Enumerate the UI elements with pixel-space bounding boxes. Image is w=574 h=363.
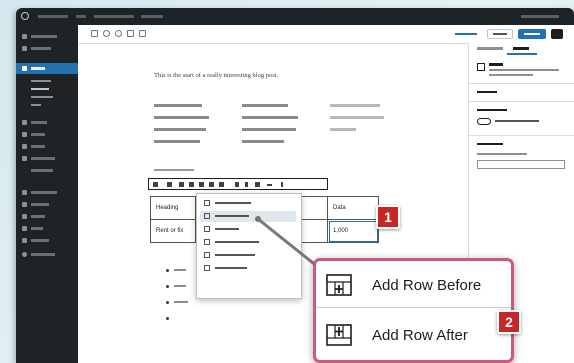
sidebar-item-users[interactable]	[16, 211, 78, 222]
bold-icon[interactable]	[235, 182, 239, 187]
add-row-after-label: Add Row After	[372, 327, 468, 344]
zoomed-menu-inset: Add Row Before Add Row After	[313, 258, 514, 363]
menu-item-add-column-after[interactable]	[200, 250, 296, 261]
admin-bar	[16, 8, 574, 25]
table-column-after-icon	[204, 252, 210, 258]
menu-item-add-row-after[interactable]	[200, 211, 296, 222]
table-block-icon	[477, 63, 485, 71]
zoom-add-row-after[interactable]: Add Row After	[316, 314, 511, 354]
block-toolbar	[148, 178, 328, 190]
sidebar-item-tools[interactable]	[16, 223, 78, 234]
add-block-icon[interactable]	[91, 30, 98, 37]
table-cell[interactable]: Rent or fix	[150, 219, 196, 243]
table-row-after-icon	[326, 324, 352, 346]
save-draft-button[interactable]	[451, 29, 481, 39]
sidebar-item-comments[interactable]	[16, 153, 78, 164]
feedback-icon	[22, 168, 27, 173]
media-icon	[22, 120, 27, 125]
edit-table-menu	[196, 193, 302, 299]
sidebar-item-settings[interactable]	[16, 235, 78, 246]
undo-icon[interactable]	[103, 30, 110, 37]
tools-icon	[22, 226, 27, 231]
columns-block[interactable]	[154, 102, 394, 162]
menu-item-delete-column[interactable]	[200, 263, 296, 274]
sidebar-item-collapse[interactable]	[16, 249, 78, 260]
callout-badge-1: 1	[376, 205, 400, 229]
admin-sidebar	[16, 25, 78, 363]
menu-item-delete-row[interactable]	[200, 224, 296, 235]
table-row-before-icon	[326, 274, 352, 296]
table-row-delete-icon	[204, 226, 210, 232]
block-navigation-icon[interactable]	[139, 30, 146, 37]
plugins-icon	[22, 202, 27, 207]
sidebar-item-media[interactable]	[16, 117, 78, 128]
wide-width-icon[interactable]	[209, 182, 214, 187]
wordpress-logo-icon[interactable]	[21, 12, 29, 20]
table-icon[interactable]	[153, 182, 158, 187]
more-options-icon[interactable]	[267, 184, 272, 186]
editor-actions	[411, 25, 574, 44]
align-right-icon[interactable]	[199, 182, 204, 187]
tab-block[interactable]	[513, 47, 529, 50]
table-cell[interactable]: Heading	[150, 196, 196, 220]
full-width-icon[interactable]	[219, 182, 224, 187]
sidebar-item-appearance[interactable]	[16, 187, 78, 198]
table-row-before-icon	[204, 200, 210, 206]
align-center-icon[interactable]	[189, 182, 194, 187]
content-info-icon[interactable]	[127, 30, 134, 37]
edit-table-icon[interactable]	[167, 182, 172, 187]
table-cell[interactable]: 1,000	[327, 219, 379, 243]
sidebar-item-pages[interactable]	[16, 141, 78, 152]
sidebar-item-links[interactable]	[16, 129, 78, 140]
table-row-after-icon	[204, 213, 210, 219]
callout-badge-2: 2	[497, 310, 521, 334]
post-paragraph[interactable]: This is the start of a really interestin…	[154, 70, 404, 82]
table-column-before-icon	[204, 239, 210, 245]
links-icon	[22, 132, 27, 137]
link-icon[interactable]	[255, 182, 260, 187]
menu-item-add-column-before[interactable]	[200, 237, 296, 248]
collapse-icon	[22, 252, 27, 257]
pages-icon	[22, 144, 27, 149]
posts-icon	[22, 66, 27, 71]
appearance-icon	[22, 190, 27, 195]
jetpack-icon	[22, 46, 27, 51]
zoom-add-row-before[interactable]: Add Row Before	[316, 264, 511, 304]
divider	[316, 307, 511, 308]
fixed-width-toggle[interactable]	[477, 118, 491, 125]
sidebar-item-feedback[interactable]	[16, 165, 78, 176]
settings-gear-icon[interactable]	[551, 29, 563, 39]
add-row-before-label: Add Row Before	[372, 277, 482, 294]
comments-icon	[22, 156, 27, 161]
users-icon	[22, 214, 27, 219]
sidebar-item-jetpack[interactable]	[16, 43, 78, 54]
dashboard-icon	[22, 34, 27, 39]
tab-document[interactable]	[477, 47, 503, 50]
additional-css-class-input[interactable]	[477, 160, 565, 169]
settings-icon	[22, 238, 27, 243]
table-cell[interactable]: Data	[327, 196, 379, 220]
sidebar-item-dashboard[interactable]	[16, 31, 78, 42]
align-left-icon[interactable]	[179, 182, 184, 187]
block-menu-icon[interactable]	[281, 182, 283, 187]
preview-button[interactable]	[487, 29, 513, 39]
menu-item-add-row-before[interactable]	[200, 198, 296, 209]
list-block[interactable]	[166, 266, 206, 336]
sidebar-item-posts[interactable]	[16, 63, 78, 74]
redo-icon[interactable]	[115, 30, 122, 37]
italic-icon[interactable]	[245, 182, 248, 187]
sidebar-item-plugins[interactable]	[16, 199, 78, 210]
publish-button[interactable]	[518, 29, 546, 39]
